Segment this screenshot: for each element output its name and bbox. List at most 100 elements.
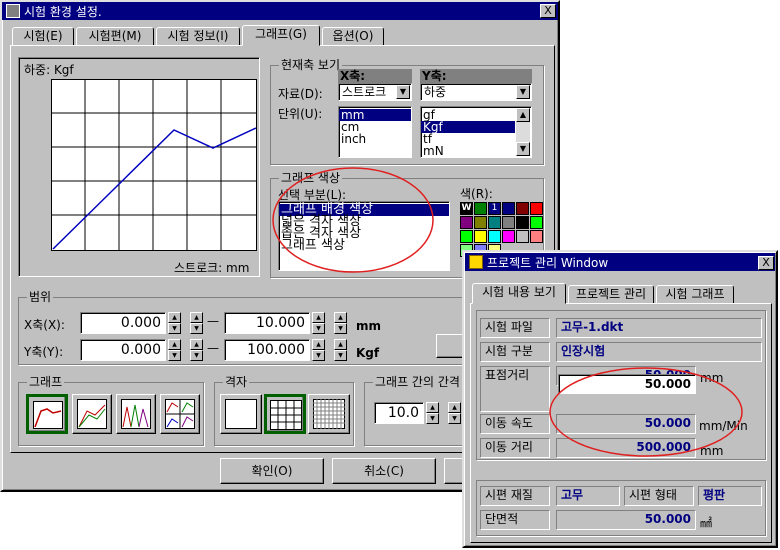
stroke-axis-label: 스트로크: mm <box>174 261 250 275</box>
y-max-spin-up[interactable]: ▲ <box>312 339 325 350</box>
app-icon <box>6 4 20 18</box>
list-item[interactable]: mN <box>421 145 531 157</box>
tab-graph[interactable]: 그래프(G) <box>242 25 320 46</box>
y-data-value: 하중 <box>424 85 447 99</box>
tab-project-manage[interactable]: 프로젝트 관리 <box>568 285 654 304</box>
annotation-ellipse <box>272 167 434 273</box>
data-label: 자료(D): <box>278 87 323 101</box>
color-swatch[interactable] <box>502 202 515 215</box>
y-min-spin-down-2[interactable]: ▼ <box>190 350 203 361</box>
range-dash: — <box>207 314 219 328</box>
x-max-spin-up[interactable]: ▲ <box>312 312 325 323</box>
x-range-label: X축(X): <box>24 318 65 332</box>
interval-spin-up-2[interactable]: ▲ <box>448 402 461 413</box>
list-scrollbar[interactable]: ▲ ▼ <box>516 108 530 156</box>
color-swatch[interactable] <box>460 230 473 243</box>
material-value: 고무 <box>556 486 620 506</box>
y-min-spin-up-2[interactable]: ▲ <box>190 339 203 350</box>
y-min-field[interactable]: 0.000 <box>80 339 166 361</box>
x-min-spin-up-2[interactable]: ▲ <box>190 312 203 323</box>
x-max-spin-down[interactable]: ▼ <box>312 323 325 334</box>
graph-stacked-icon[interactable] <box>116 394 156 434</box>
interval-spin-up[interactable]: ▲ <box>426 402 439 413</box>
y-max-spin-down[interactable]: ▼ <box>312 350 325 361</box>
project-title-bar: 프로젝트 관리 Window <box>465 253 775 271</box>
color-swatch[interactable] <box>516 216 529 229</box>
color-swatch[interactable] <box>488 230 501 243</box>
color-swatch[interactable] <box>474 202 487 215</box>
color-swatch[interactable]: W <box>460 202 473 215</box>
test-type-label: 시험 구분 <box>480 342 550 362</box>
graph-preview <box>51 79 257 251</box>
y-axis-header: Y축: <box>420 69 532 83</box>
chevron-down-icon[interactable]: ▼ <box>516 85 530 99</box>
color-swatch[interactable] <box>516 202 529 215</box>
x-unit-list[interactable]: mm cm inch <box>338 106 412 158</box>
graph-single-icon[interactable] <box>26 394 68 434</box>
tab-test-info[interactable]: 시험 정보(I) <box>156 27 240 46</box>
color-swatch[interactable]: 1 <box>488 202 501 215</box>
x-min-spin-up[interactable]: ▲ <box>168 312 181 323</box>
project-window: 프로젝트 관리 Window X 시험 내용 보기 프로젝트 관리 시험 그래프… <box>462 250 778 548</box>
y-range-label: Y축(Y): <box>24 345 64 359</box>
color-swatch[interactable] <box>488 216 501 229</box>
list-item[interactable]: inch <box>339 133 411 145</box>
shape-value: 평판 <box>698 486 762 506</box>
x-max-spin-down-2[interactable]: ▼ <box>334 323 347 334</box>
x-min-field[interactable]: 0.000 <box>80 312 166 334</box>
color-swatch[interactable] <box>530 202 543 215</box>
interval-spin-down-2[interactable]: ▼ <box>448 413 461 424</box>
y-max-field[interactable]: 100.000 <box>224 339 310 361</box>
grid-title: 격자 <box>223 375 250 389</box>
scroll-down-icon[interactable]: ▼ <box>516 142 530 156</box>
tab-test-content[interactable]: 시험 내용 보기 <box>472 283 566 304</box>
tab-test[interactable]: 시험(E) <box>12 27 74 46</box>
x-max-field[interactable]: 10.000 <box>224 312 310 334</box>
color-swatch[interactable] <box>502 216 515 229</box>
graph-split-icon[interactable] <box>160 394 200 434</box>
chevron-down-icon[interactable]: ▼ <box>396 85 410 99</box>
area-value: 50.000 <box>556 510 696 530</box>
x-data-combo[interactable]: 스트로크 ▼ <box>338 83 412 101</box>
interval-field[interactable]: 10.0 <box>374 402 424 424</box>
x-min-spin-down-2[interactable]: ▼ <box>190 323 203 334</box>
y-max-spin-down-2[interactable]: ▼ <box>334 350 347 361</box>
tab-options[interactable]: 옵션(O) <box>322 27 384 46</box>
test-type-value: 인장시험 <box>556 342 762 362</box>
interval-spin-down[interactable]: ▼ <box>426 413 439 424</box>
y-min-spin-down[interactable]: ▼ <box>168 350 181 361</box>
x-unit: mm <box>356 319 382 333</box>
close-button[interactable]: X <box>758 256 774 270</box>
grid-none-icon[interactable] <box>220 394 262 434</box>
color-swatch[interactable] <box>530 216 543 229</box>
y-data-combo[interactable]: 하중 ▼ <box>420 83 532 101</box>
ok-button[interactable]: 확인(O) <box>220 458 324 484</box>
color-swatch[interactable] <box>530 230 543 243</box>
x-max-spin-up-2[interactable]: ▲ <box>334 312 347 323</box>
list-item[interactable]: Kgf <box>421 121 515 133</box>
tab-specimen[interactable]: 시험편(M) <box>76 27 154 46</box>
graph-preview-panel: 하중: Kgf 스트로크: mm <box>18 57 260 277</box>
y-min-spin-up[interactable]: ▲ <box>168 339 181 350</box>
material-label: 시편 재질 <box>480 486 550 506</box>
scroll-up-icon[interactable]: ▲ <box>516 108 530 122</box>
color-swatch[interactable] <box>460 216 473 229</box>
color-swatch[interactable] <box>474 216 487 229</box>
close-button[interactable]: X <box>540 4 556 18</box>
annotation-ellipse-2 <box>549 367 743 457</box>
x-min-spin-down[interactable]: ▼ <box>168 323 181 334</box>
window-title: 시험 환경 설정. <box>24 4 102 19</box>
color-swatch[interactable] <box>502 230 515 243</box>
graph-overlay-icon[interactable] <box>72 394 112 434</box>
y-max-spin-up-2[interactable]: ▲ <box>334 339 347 350</box>
grid-narrow-icon[interactable] <box>308 394 350 434</box>
y-unit-list[interactable]: gf Kgf tf mN ▲ ▼ <box>420 106 532 158</box>
test-file-value: 고무-1.dkt <box>556 318 762 338</box>
grid-wide-icon[interactable] <box>264 394 306 434</box>
axis-view-title: 현재축 보기 <box>279 58 343 72</box>
cancel-button[interactable]: 취소(C) <box>332 458 436 484</box>
tab-test-graph[interactable]: 시험 그래프 <box>656 285 734 304</box>
color-swatch[interactable] <box>474 230 487 243</box>
color-swatch[interactable] <box>516 230 529 243</box>
project-window-title: 프로젝트 관리 Window <box>487 255 609 270</box>
